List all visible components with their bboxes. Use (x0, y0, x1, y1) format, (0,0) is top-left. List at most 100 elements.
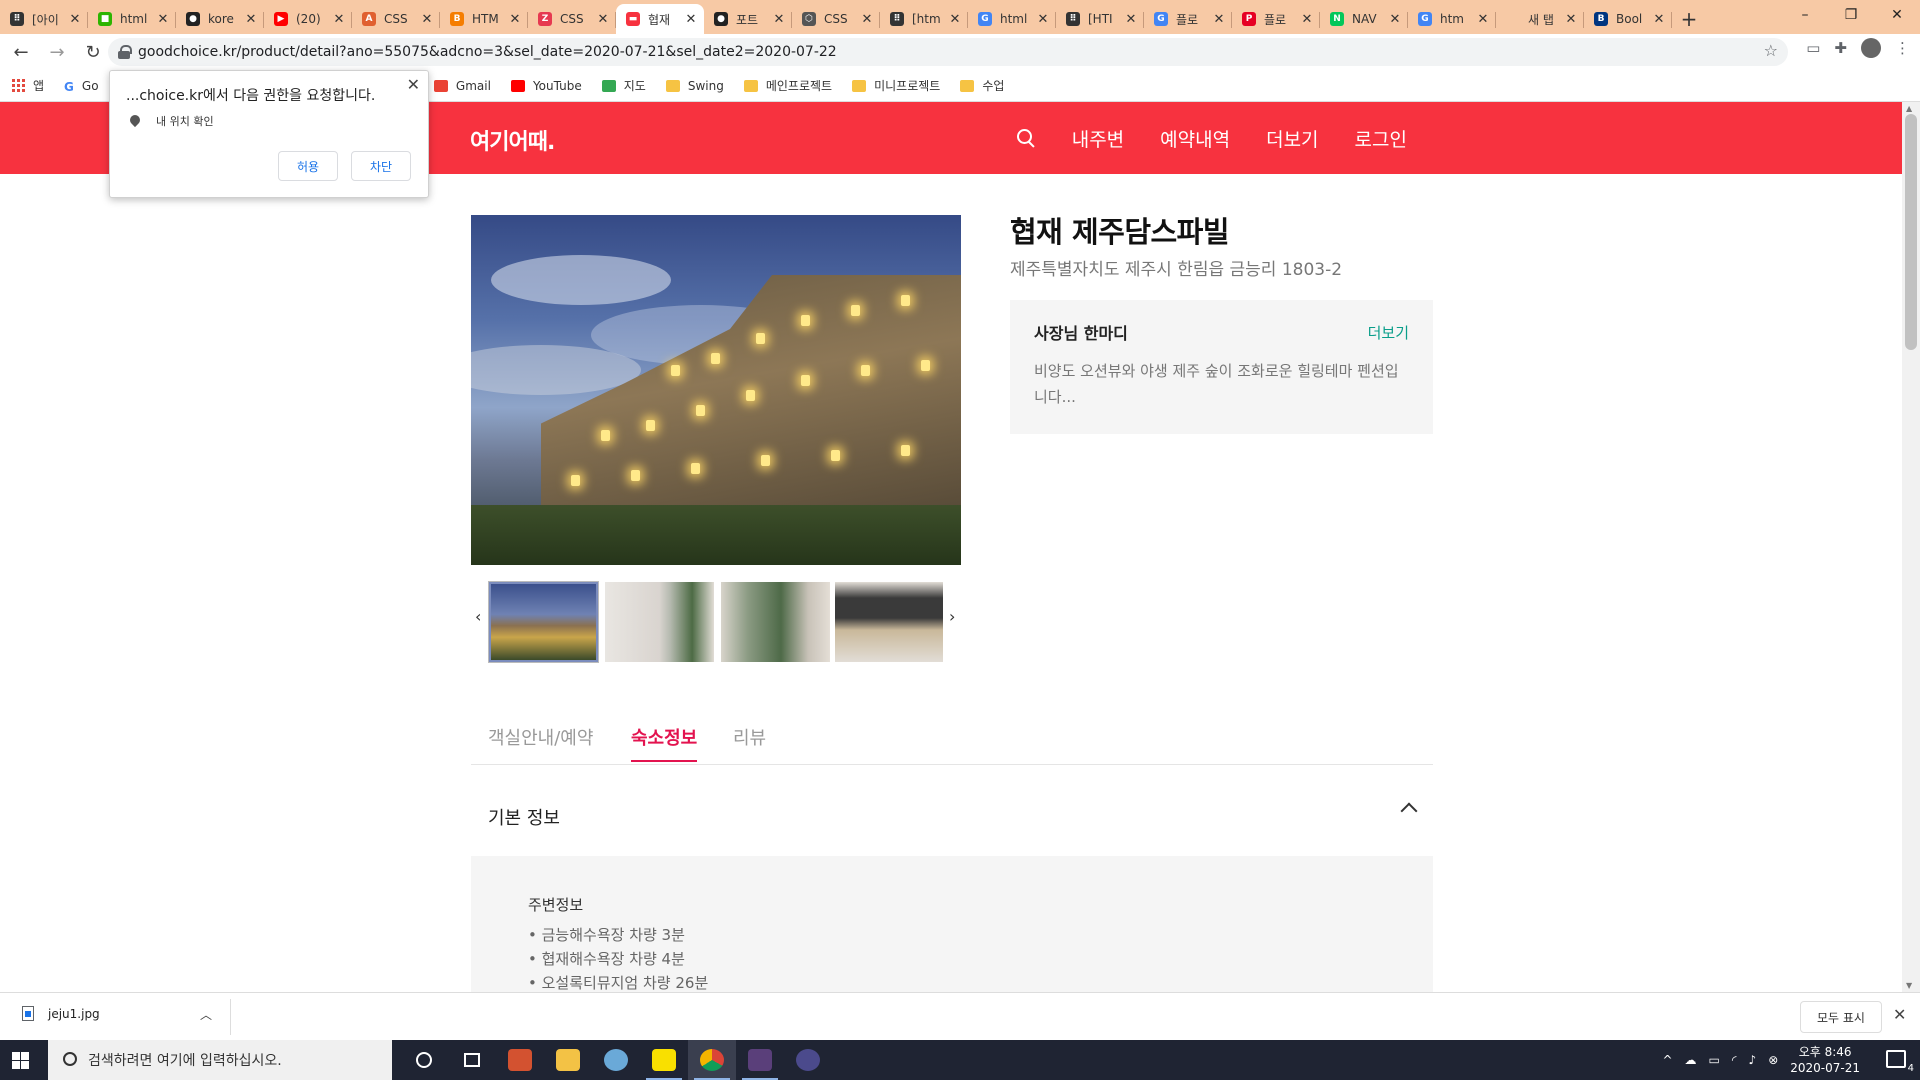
tab-property-info[interactable]: 숙소정보 (631, 724, 698, 762)
browser-tab[interactable]: ■ html ✕ (88, 4, 176, 34)
bookmark-label[interactable]: Gmail (456, 79, 491, 93)
tab-title[interactable]: [htm (912, 12, 945, 26)
tab-close-icon[interactable]: ✕ (1300, 12, 1314, 27)
bookmark-label[interactable]: Go (82, 79, 99, 93)
browser-tab[interactable]: P 플로 ✕ (1232, 4, 1320, 34)
chevron-right-icon[interactable]: › (949, 607, 955, 626)
tab-close-icon[interactable]: ✕ (1388, 12, 1402, 27)
tab-title[interactable]: htm (1440, 12, 1473, 26)
browser-tab[interactable]: ▶ (20) ✕ (264, 4, 352, 34)
bookmark-item[interactable]: 앱 (12, 77, 44, 94)
tab-close-icon[interactable]: ✕ (1652, 12, 1666, 27)
browser-tab[interactable]: N NAV ✕ (1320, 4, 1408, 34)
bookmark-label[interactable]: 수업 (982, 77, 1004, 94)
tab-close-icon[interactable]: ✕ (596, 12, 610, 27)
scrollbar-thumb[interactable] (1905, 114, 1917, 350)
owner-comment-more-link[interactable]: 더보기 (1368, 322, 1409, 343)
tab-close-icon[interactable]: ✕ (508, 12, 522, 27)
tab-title[interactable]: kore (208, 12, 241, 26)
minimize-button[interactable]: – (1782, 0, 1828, 30)
browser-tab[interactable]: A CSS ✕ (352, 4, 440, 34)
tab-close-icon[interactable]: ✕ (1476, 12, 1490, 27)
block-button[interactable]: 차단 (351, 151, 412, 181)
bookmark-item[interactable]: YouTube (510, 79, 582, 93)
browser-tab[interactable]: Z CSS ✕ (528, 4, 616, 34)
tab-close-icon[interactable]: ✕ (1036, 12, 1050, 27)
tab-close-icon[interactable]: ✕ (156, 12, 170, 27)
menu-icon[interactable]: ⋮ (1895, 39, 1910, 57)
file-explorer-icon[interactable] (544, 1040, 592, 1080)
site-logo[interactable]: 여기어때. (470, 124, 555, 156)
kakaotalk-icon[interactable] (640, 1040, 688, 1080)
browser-tab[interactable]: B HTM ✕ (440, 4, 528, 34)
taskbar-search-input[interactable]: 검색하려면 여기에 입력하십시오. (48, 1040, 392, 1080)
search-icon[interactable] (1016, 128, 1036, 148)
chrome-icon[interactable] (688, 1040, 736, 1080)
tab-title[interactable]: 플로 (1264, 11, 1297, 28)
browser-tab[interactable]: ⠿ [아이 ✕ (0, 4, 88, 34)
chevron-up-icon[interactable]: ^ (1662, 1053, 1672, 1067)
url-text[interactable]: goodchoice.kr/product/detail?ano=55075&a… (138, 44, 837, 60)
browser-tab[interactable]: ⠿ [HTI ✕ (1056, 4, 1144, 34)
bookmark-item[interactable]: Gmail (433, 79, 491, 93)
back-icon[interactable]: ← (6, 37, 36, 67)
tab-reviews[interactable]: 리뷰 (733, 724, 766, 750)
tab-close-icon[interactable]: ✕ (1124, 12, 1138, 27)
scroll-up-icon[interactable]: ▲ (1906, 104, 1912, 113)
show-all-button[interactable]: 모두 표시 (1800, 1001, 1882, 1033)
tab-title[interactable]: Bool (1616, 12, 1649, 26)
bookmark-star-icon[interactable]: ☆ (1764, 41, 1778, 60)
tab-close-icon[interactable]: ✕ (948, 12, 962, 27)
forward-icon[interactable]: → (42, 37, 72, 67)
thumbnail-3[interactable] (721, 582, 830, 662)
address-bar[interactable]: goodchoice.kr/product/detail?ano=55075&a… (108, 38, 1788, 66)
tab-close-icon[interactable]: ✕ (860, 12, 874, 27)
bookmark-item[interactable]: G Go (64, 79, 99, 94)
bookmark-item[interactable]: 메인프로젝트 (743, 77, 832, 94)
windows-start-icon[interactable] (12, 1052, 29, 1069)
nav-more[interactable]: 더보기 (1266, 125, 1318, 152)
tab-title[interactable]: 협재 (648, 11, 681, 28)
browser-tab[interactable]: ● 포트 ✕ (704, 4, 792, 34)
bookmark-item[interactable]: 수업 (960, 77, 1004, 94)
battery-icon[interactable]: ▭ (1709, 1053, 1720, 1067)
scroll-down-icon[interactable]: ▼ (1906, 981, 1912, 990)
wifi-icon[interactable]: ◜ (1732, 1053, 1737, 1067)
nav-nearby[interactable]: 내주변 (1072, 125, 1124, 152)
browser-tab[interactable]: ▬ 협재 ✕ (616, 4, 704, 34)
tab-close-icon[interactable]: ✕ (332, 12, 346, 27)
browser-tab[interactable]: G 플로 ✕ (1144, 4, 1232, 34)
close-icon[interactable]: ✕ (407, 75, 420, 94)
tab-title[interactable]: html (120, 12, 153, 26)
tab-close-icon[interactable]: ✕ (684, 12, 698, 27)
eclipse-icon[interactable] (784, 1040, 832, 1080)
tab-title[interactable]: [아이 (32, 11, 65, 28)
bookmark-label[interactable]: 앱 (33, 77, 44, 94)
browser-tab[interactable]: ● kore ✕ (176, 4, 264, 34)
cast-icon[interactable]: ▭ (1806, 39, 1820, 57)
tab-close-icon[interactable]: ✕ (1564, 12, 1578, 27)
tab-title[interactable]: html (1000, 12, 1033, 26)
restore-button[interactable]: ❐ (1828, 0, 1874, 30)
allow-button[interactable]: 허용 (278, 151, 339, 181)
tab-title[interactable]: CSS (560, 12, 593, 26)
tab-rooms[interactable]: 객실안내/예약 (488, 724, 593, 750)
nav-reservations[interactable]: 예약내역 (1160, 125, 1230, 152)
tab-title[interactable]: 새 탭 (1528, 11, 1561, 28)
tab-title[interactable]: NAV (1352, 12, 1385, 26)
ime-icon[interactable]: ⊗ (1768, 1053, 1778, 1067)
tab-close-icon[interactable]: ✕ (244, 12, 258, 27)
powerpoint-icon[interactable] (496, 1040, 544, 1080)
tab-title[interactable]: CSS (384, 12, 417, 26)
tab-title[interactable]: CSS (824, 12, 857, 26)
profile-avatar[interactable] (1861, 38, 1881, 58)
browser-tab[interactable]: Ghtm ✕ (1408, 4, 1496, 34)
clock[interactable]: 오후 8:46 2020-07-21 (1790, 1044, 1860, 1076)
thumbnail-1[interactable] (488, 581, 599, 663)
volume-icon[interactable]: ♪ (1749, 1053, 1757, 1067)
new-tab-button[interactable]: + (1672, 4, 1706, 34)
tab-title[interactable]: HTM (472, 12, 505, 26)
download-item[interactable]: jeju1.jpg (22, 1006, 100, 1021)
bookmark-item[interactable]: 지도 (601, 77, 646, 94)
browser-tab[interactable]: ⬡ CSS ✕ (792, 4, 880, 34)
